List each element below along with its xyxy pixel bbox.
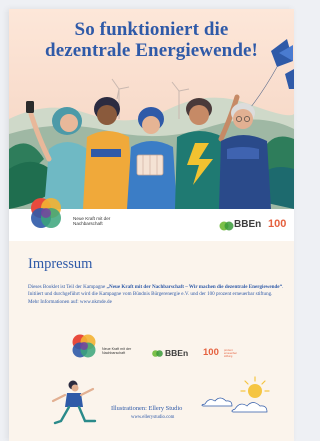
cover-title: So funktioniert die dezentrale Energiewe… (9, 19, 294, 61)
neue-kraft-logo (31, 198, 61, 228)
impressum-heading: Impressum (28, 256, 93, 272)
bben-logo-small-text: BBEn (165, 348, 189, 358)
impressum-intro: Dieses Booklet ist Teil der Kampagne (28, 284, 107, 290)
bben-logo-small-mark (152, 350, 163, 357)
impressum-campaign-name: „Neue Kraft mit der Nachbarschaft – Wir … (106, 284, 283, 290)
impressum-more-info: Mehr Informationen auf: www.nkmde.de (28, 298, 112, 305)
illustration-credit: Illustrationen: Ellery Studio (111, 405, 183, 412)
neue-kraft-logo-small-text: Neue Kraft mit der Nachbarschaft (102, 347, 132, 355)
cover-title-line-1: So funktioniert die (74, 19, 229, 40)
booklet-page: So funktioniert die dezentrale Energiewe… (9, 9, 294, 441)
hundred-logo-small: 100 (203, 347, 219, 358)
bben-logo-text: BBEn (234, 219, 262, 230)
cover-image: So funktioniert die dezentrale Energiewe… (9, 9, 294, 241)
hundred-logo-small-sub: prozent erneuerbar stiftung (224, 349, 237, 358)
impressum-logos: Neue Kraft mit der Nachbarschaft BBEn 10… (67, 329, 267, 369)
cover-title-line-2: dezentrale Energiewende! (45, 40, 258, 61)
neue-kraft-logo-small (72, 334, 96, 358)
hundred-prozent-logo: 100 (268, 218, 287, 230)
impressum-text: Dieses Booklet ist Teil der Kampagne „Ne… (28, 284, 290, 306)
neue-kraft-logo-text: Neue Kraft mit der Nachbarschaft (73, 216, 111, 226)
illustration-url[interactable]: www.ellerystudio.com (131, 415, 174, 420)
